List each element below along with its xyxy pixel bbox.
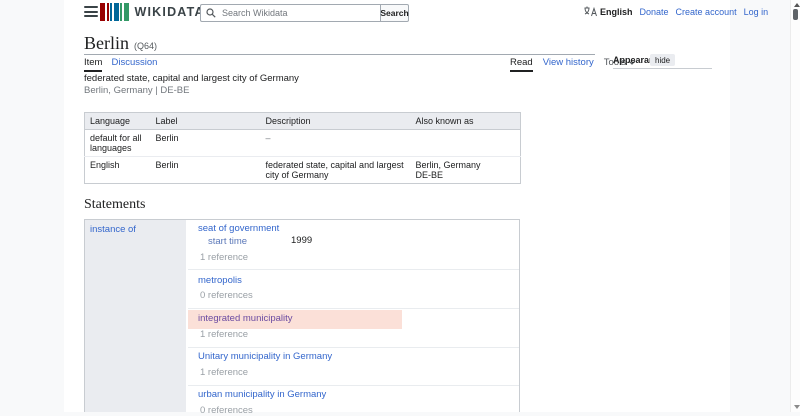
login-link[interactable]: Log in <box>744 7 769 17</box>
namespace-tabs: Item Discussion <box>84 57 157 72</box>
cell-language: English <box>85 157 151 184</box>
donate-link[interactable]: Donate <box>640 7 669 17</box>
terms-header-row: Language Label Description Also known as <box>85 113 521 130</box>
statement-value-link[interactable]: integrated municipality <box>198 314 293 324</box>
search-input[interactable] <box>220 7 381 19</box>
search-box[interactable] <box>200 4 381 22</box>
search-icon <box>206 8 216 18</box>
references-toggle[interactable]: 0 references <box>200 406 253 416</box>
entity-aliases: Berlin, Germany | DE-BE <box>84 85 189 96</box>
references-toggle[interactable]: 0 references <box>200 291 253 301</box>
logo-wordmark: WIKIDATA <box>135 5 205 19</box>
appearance-hide-button[interactable]: hide <box>650 54 675 66</box>
cell-aliases <box>411 130 521 157</box>
create-account-link[interactable]: Create account <box>676 7 737 17</box>
wikidata-logo-icon <box>100 3 129 21</box>
appearance-divider <box>613 68 712 69</box>
property-link-instance-of[interactable]: instance of <box>90 224 136 235</box>
statements-heading: Statements <box>84 197 145 213</box>
qualifier-property-link[interactable]: start time <box>208 237 247 247</box>
title-divider <box>84 54 595 55</box>
table-row: default for all languages Berlin – <box>85 130 521 157</box>
col-header-description: Description <box>261 113 411 130</box>
header-user-links: English Donate Create account Log in <box>584 6 768 17</box>
cell-language: default for all languages <box>85 130 151 157</box>
cell-aliases: Berlin, Germany DE-BE <box>411 157 521 184</box>
main-menu-button[interactable] <box>84 6 98 18</box>
tab-view-history[interactable]: View history <box>543 57 594 68</box>
alias-line: DE-BE <box>416 170 516 180</box>
references-toggle[interactable]: 1 reference <box>200 368 248 378</box>
cell-description: federated state, capital and largest cit… <box>261 157 411 184</box>
table-row: English Berlin federated state, capital … <box>85 157 521 184</box>
hamburger-icon <box>84 6 98 17</box>
page-title: Berlin <box>84 33 129 54</box>
col-header-label: Label <box>151 113 261 130</box>
scrollbar-thumb[interactable] <box>793 9 798 20</box>
statement-divider <box>188 269 519 270</box>
statement-divider <box>188 347 519 348</box>
tab-item[interactable]: Item <box>84 57 102 72</box>
scrollbar-up-arrow-icon[interactable] <box>794 3 800 7</box>
cell-label: Berlin <box>151 130 261 157</box>
qualifier-value: 1999 <box>291 236 312 246</box>
vertical-scrollbar[interactable] <box>790 0 800 412</box>
statement-value-link[interactable]: Unitary municipality in Germany <box>198 352 332 362</box>
page-content: WIKIDATA Search English Donate Cr <box>64 0 730 412</box>
cell-description: – <box>261 130 411 157</box>
statement-value-link[interactable]: seat of government <box>198 224 279 234</box>
cell-label: Berlin <box>151 157 261 184</box>
references-toggle[interactable]: 1 reference <box>200 253 248 263</box>
property-column: instance of <box>85 220 186 412</box>
statement-divider <box>188 308 519 309</box>
language-label: English <box>600 7 633 17</box>
tab-discussion[interactable]: Discussion <box>111 57 157 68</box>
tab-read[interactable]: Read <box>510 57 533 72</box>
statement-divider <box>188 385 519 386</box>
terms-table: Language Label Description Also known as… <box>84 112 521 184</box>
statement-group: instance of seat of government start tim… <box>84 219 520 412</box>
language-button[interactable]: English <box>584 6 633 17</box>
references-toggle[interactable]: 1 reference <box>200 330 248 340</box>
search-button[interactable]: Search <box>380 4 409 22</box>
alias-line: Berlin, Germany <box>416 160 516 170</box>
wikidata-logo[interactable]: WIKIDATA <box>100 3 205 21</box>
statement-value-link[interactable]: metropolis <box>198 276 242 286</box>
title-row: Berlin (Q64) <box>84 33 157 54</box>
col-header-also-known-as: Also known as <box>411 113 521 130</box>
language-icon <box>584 6 597 17</box>
statement-value-link[interactable]: urban municipality in Germany <box>198 390 326 400</box>
scrollbar-down-arrow-icon[interactable] <box>794 405 800 409</box>
entity-id: (Q64) <box>134 41 157 51</box>
entity-description: federated state, capital and largest cit… <box>84 73 299 84</box>
col-header-language: Language <box>85 113 151 130</box>
